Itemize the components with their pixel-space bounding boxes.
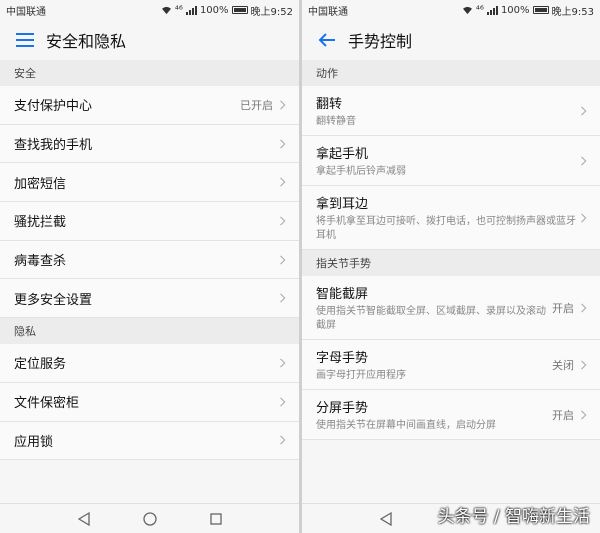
section-header-privacy: 隐私: [0, 318, 299, 345]
chevron-right-icon: [280, 100, 286, 110]
list-item-find-my-phone[interactable]: 查找我的手机: [0, 125, 299, 164]
item-label: 病毒查杀: [14, 254, 67, 270]
chevron-right-icon: [581, 410, 587, 420]
list-item-payment-protection[interactable]: 支付保护中心 已开启: [0, 86, 299, 125]
clock: 晚上9:52: [250, 6, 293, 18]
item-label: 骚扰拦截: [14, 215, 67, 231]
item-label: 拿到耳边: [316, 197, 369, 212]
item-label: 查找我的手机: [14, 138, 93, 154]
section-header-motion: 动作: [302, 60, 600, 86]
list-item-flip[interactable]: 翻转 翻转静音: [302, 86, 600, 136]
back-triangle-icon[interactable]: [76, 511, 92, 527]
chevron-right-icon: [581, 156, 587, 166]
item-label: 更多安全设置: [14, 292, 93, 308]
recents-square-icon[interactable]: [208, 511, 224, 527]
carrier-name: 中国联通: [6, 6, 46, 18]
item-description: 拿起手机后铃声减弱: [316, 166, 406, 177]
carrier-name: 中国联通: [308, 6, 348, 18]
item-label: 分屏手势: [316, 401, 369, 416]
watermark-text: 头条号 / 智嗨新生活: [437, 507, 590, 527]
hamburger-menu-icon[interactable]: [14, 29, 36, 51]
page-title: 手势控制: [348, 32, 413, 51]
clock: 晚上9:53: [551, 6, 594, 18]
item-label: 定位服务: [14, 357, 67, 373]
item-status: 开启: [552, 409, 574, 422]
chevron-right-icon: [280, 397, 286, 407]
wifi-icon: [462, 6, 472, 14]
title-bar: 手势控制: [302, 20, 600, 60]
back-arrow-icon[interactable]: [316, 29, 338, 51]
item-label: 支付保护中心: [14, 99, 93, 115]
battery-percent: 100%: [500, 4, 530, 16]
section-header-knuckle-gestures: 指关节手势: [302, 250, 600, 276]
status-bar: 中国联通 ⁴⁶ 100% 晚上9:53: [302, 0, 600, 20]
motion-list: 翻转翻转静音 拿起手机拿起手机后铃声减弱 拿到耳边将手机拿至耳边可接听、拨打电话…: [302, 86, 600, 250]
chevron-right-icon: [581, 360, 587, 370]
list-item-pick-up[interactable]: 拿起手机拿起手机后铃声减弱: [302, 136, 600, 186]
list-item-more-security[interactable]: 更多安全设置: [0, 279, 299, 319]
chevron-right-icon: [581, 213, 587, 223]
list-item-encrypted-sms[interactable]: 加密短信: [0, 163, 299, 203]
item-status: 开启: [552, 302, 574, 315]
chevron-right-icon: [280, 177, 286, 187]
item-description: 将手机拿至耳边可接听、拨打电话，也可控制扬声器或蓝牙耳机: [316, 216, 576, 241]
item-label: 文件保密柜: [14, 396, 80, 412]
item-status: 已开启: [240, 98, 273, 112]
list-item-raise-to-ear[interactable]: 拿到耳边将手机拿至耳边可接听、拨打电话，也可控制扬声器或蓝牙耳机: [302, 186, 600, 250]
privacy-list: 定位服务 文件保密柜 应用锁: [0, 344, 299, 461]
signal-icon: [185, 5, 197, 15]
status-bar: 中国联通 ⁴⁶ 100% 晚上9:52: [0, 0, 299, 20]
network-type: ⁴⁶: [475, 4, 484, 16]
battery-percent: 100%: [199, 4, 229, 16]
chevron-right-icon: [280, 293, 286, 303]
home-circle-icon[interactable]: [142, 511, 158, 527]
list-item-file-safe[interactable]: 文件保密柜: [0, 383, 299, 422]
item-description: 画字母打开应用程序: [316, 370, 406, 381]
security-list: 支付保护中心 已开启 查找我的手机 加密短信 骚扰拦截 病毒查杀 更多安全设置: [0, 86, 299, 319]
left-phone-screen: 中国联通 ⁴⁶ 100% 晚上9:52 安全和隐私 安全 支付保护中心 已开启: [0, 0, 299, 533]
knuckle-list: 智能截屏使用指关节智能截取全屏、区域截屏、录屏以及滚动截屏 开启 字母手势画字母…: [302, 276, 600, 440]
item-description: 使用指关节在屏幕中间画直线，启动分屏: [316, 420, 496, 431]
battery-icon: [532, 6, 549, 14]
chevron-right-icon: [280, 435, 286, 445]
section-header-security: 安全: [0, 60, 299, 86]
title-bar: 安全和隐私: [0, 20, 299, 60]
item-label: 翻转: [316, 97, 343, 112]
list-item-smart-screenshot[interactable]: 智能截屏使用指关节智能截取全屏、区域截屏、录屏以及滚动截屏 开启: [302, 276, 600, 340]
chevron-right-icon: [581, 106, 587, 116]
wifi-icon: [161, 6, 171, 14]
chevron-right-icon: [280, 138, 286, 149]
list-item-virus-scan[interactable]: 病毒查杀: [0, 241, 299, 280]
chevron-right-icon: [280, 358, 286, 368]
item-label: 应用锁: [14, 434, 54, 450]
item-description: 使用指关节智能截取全屏、区域截屏、录屏以及滚动截屏: [316, 306, 546, 331]
page-title: 安全和隐私: [46, 32, 127, 51]
list-item-app-lock[interactable]: 应用锁: [0, 422, 299, 461]
list-item-location-service[interactable]: 定位服务: [0, 344, 299, 383]
item-label: 加密短信: [14, 176, 67, 192]
right-phone-screen: 中国联通 ⁴⁶ 100% 晚上9:53 手势控制 动作 翻转 翻转静音 拿起手机…: [302, 0, 600, 533]
network-type: ⁴⁶: [174, 4, 183, 16]
item-label: 拿起手机: [316, 147, 369, 162]
item-label: 智能截屏: [316, 287, 369, 302]
item-description: 翻转静音: [316, 116, 356, 127]
list-item-harassment-block[interactable]: 骚扰拦截: [0, 202, 299, 241]
screenshot-stage: 中国联通 ⁴⁶ 100% 晚上9:52 安全和隐私 安全 支付保护中心 已开启: [0, 0, 600, 533]
system-nav-bar: [0, 503, 299, 533]
battery-icon: [231, 6, 248, 14]
item-status: 关闭: [552, 359, 574, 372]
chevron-right-icon: [280, 255, 286, 265]
chevron-right-icon: [581, 303, 587, 313]
chevron-right-icon: [280, 216, 286, 226]
list-item-split-screen-gesture[interactable]: 分屏手势使用指关节在屏幕中间画直线，启动分屏 开启: [302, 390, 600, 440]
signal-icon: [486, 5, 498, 15]
list-item-letter-gesture[interactable]: 字母手势画字母打开应用程序 关闭: [302, 340, 600, 390]
item-label: 字母手势: [316, 351, 369, 366]
back-triangle-icon[interactable]: [378, 511, 394, 527]
